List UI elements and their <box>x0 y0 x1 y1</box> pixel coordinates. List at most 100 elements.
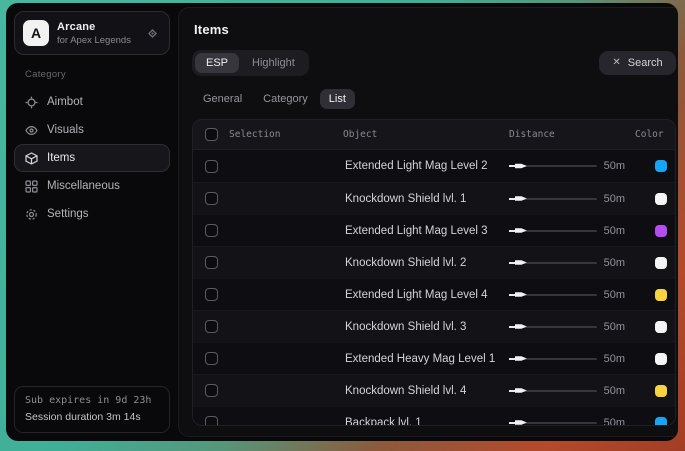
search-button[interactable]: ✕ Search <box>599 51 675 75</box>
table-row: Knockdown Shield lvl. 250m <box>193 246 675 278</box>
view-tabs: GeneralCategoryList <box>192 89 676 109</box>
select-all-checkbox[interactable] <box>205 128 218 141</box>
column-header-color: Color <box>635 129 675 140</box>
tab-general[interactable]: General <box>194 89 251 109</box>
sidebar-item-visuals[interactable]: Visuals <box>14 116 170 144</box>
brand-card[interactable]: A Arcane for Apex Legends <box>14 11 170 55</box>
slider-thumb[interactable] <box>515 419 527 426</box>
column-header-object: Object <box>343 129 509 140</box>
distance-value: 50m <box>604 417 635 427</box>
slider-thumb[interactable] <box>515 387 527 394</box>
distance-value: 50m <box>604 353 635 365</box>
table-header: SelectionObjectDistanceColor <box>193 120 675 150</box>
table-row: Knockdown Shield lvl. 450m <box>193 374 675 406</box>
color-swatch[interactable] <box>655 289 667 301</box>
main-panel: Items ESPHighlight ✕ Search GeneralCateg… <box>178 7 678 437</box>
distance-value: 50m <box>604 321 635 333</box>
distance-slider[interactable] <box>509 385 597 397</box>
distance-cell: 50m <box>509 417 635 427</box>
sidebar-item-aimbot[interactable]: Aimbot <box>14 88 170 116</box>
box-icon <box>25 152 38 165</box>
page-title: Items <box>194 22 676 37</box>
grid-icon <box>25 180 38 193</box>
color-cell <box>635 289 675 301</box>
row-checkbox-cell <box>193 320 229 333</box>
sidebar-item-items[interactable]: Items <box>14 144 170 172</box>
distance-slider[interactable] <box>509 193 597 205</box>
tab-esp[interactable]: ESP <box>195 53 239 73</box>
distance-slider[interactable] <box>509 257 597 269</box>
row-checkbox[interactable] <box>205 320 218 333</box>
slider-thumb[interactable] <box>515 259 527 266</box>
row-checkbox[interactable] <box>205 416 218 426</box>
slider-thumb[interactable] <box>515 323 527 330</box>
distance-slider[interactable] <box>509 417 597 427</box>
session-duration-text: Session duration 3m 14s <box>25 411 159 423</box>
session-card: Sub expires in 9d 23h Session duration 3… <box>14 386 170 433</box>
row-checkbox[interactable] <box>205 352 218 365</box>
distance-cell: 50m <box>509 289 635 301</box>
color-swatch[interactable] <box>655 193 667 205</box>
object-name: Extended Light Mag Level 2 <box>343 160 509 172</box>
distance-slider[interactable] <box>509 353 597 365</box>
distance-cell: 50m <box>509 160 635 172</box>
object-name: Knockdown Shield lvl. 3 <box>343 321 509 333</box>
color-swatch[interactable] <box>655 385 667 397</box>
color-swatch[interactable] <box>655 417 667 427</box>
table-row: Backpack lvl. 1 50m <box>193 406 675 426</box>
distance-slider[interactable] <box>509 289 597 301</box>
tab-highlight[interactable]: Highlight <box>241 53 306 73</box>
slider-thumb[interactable] <box>515 291 527 298</box>
distance-value: 50m <box>604 289 635 301</box>
column-header-distance: Distance <box>509 129 635 140</box>
distance-slider[interactable] <box>509 160 597 172</box>
row-checkbox-cell <box>193 224 229 237</box>
row-checkbox-cell <box>193 192 229 205</box>
table-body: Extended Light Mag Level 250mKnockdown S… <box>193 150 675 426</box>
row-checkbox[interactable] <box>205 256 218 269</box>
color-cell <box>635 160 675 172</box>
color-cell <box>635 385 675 397</box>
distance-slider[interactable] <box>509 321 597 333</box>
color-swatch[interactable] <box>655 257 667 269</box>
row-checkbox[interactable] <box>205 384 218 397</box>
sidebar-item-miscellaneous[interactable]: Miscellaneous <box>14 172 170 200</box>
slider-thumb[interactable] <box>515 227 527 234</box>
color-swatch[interactable] <box>655 160 667 172</box>
row-checkbox-cell <box>193 352 229 365</box>
distance-value: 50m <box>604 193 635 205</box>
sidebar-item-label: Settings <box>47 208 89 220</box>
row-checkbox-cell <box>193 256 229 269</box>
toolbar: ESPHighlight ✕ Search <box>192 50 676 76</box>
tab-list[interactable]: List <box>320 89 355 109</box>
row-checkbox[interactable] <box>205 192 218 205</box>
slider-thumb[interactable] <box>515 195 527 202</box>
distance-cell: 50m <box>509 353 635 365</box>
color-swatch[interactable] <box>655 321 667 333</box>
brand-text: Arcane for Apex Legends <box>57 21 131 46</box>
slider-thumb[interactable] <box>515 163 527 170</box>
color-swatch[interactable] <box>655 225 667 237</box>
row-checkbox[interactable] <box>205 160 218 173</box>
sidebar: A Arcane for Apex Legends Category Aimbo… <box>6 3 178 441</box>
distance-cell: 50m <box>509 193 635 205</box>
sidebar-nav: AimbotVisualsItems Miscellaneous Settings <box>14 88 170 228</box>
object-name: Knockdown Shield lvl. 1 <box>343 193 509 205</box>
sidebar-item-settings[interactable]: Settings <box>14 200 170 228</box>
slider-thumb[interactable] <box>515 355 527 362</box>
color-swatch[interactable] <box>655 353 667 365</box>
sidebar-item-label: Miscellaneous <box>47 180 120 192</box>
distance-cell: 50m <box>509 257 635 269</box>
mode-tabs: ESPHighlight <box>192 50 309 76</box>
row-checkbox[interactable] <box>205 224 218 237</box>
distance-value: 50m <box>604 257 635 269</box>
distance-slider[interactable] <box>509 225 597 237</box>
color-cell <box>635 257 675 269</box>
app-name: Arcane <box>57 21 131 33</box>
table-row: Extended Heavy Mag Level 150m <box>193 342 675 374</box>
tab-category[interactable]: Category <box>254 89 317 109</box>
row-checkbox[interactable] <box>205 288 218 301</box>
search-x-icon: ✕ <box>612 58 620 68</box>
object-name: Backpack lvl. 1 <box>343 417 509 427</box>
app-subtitle: for Apex Legends <box>57 35 131 46</box>
